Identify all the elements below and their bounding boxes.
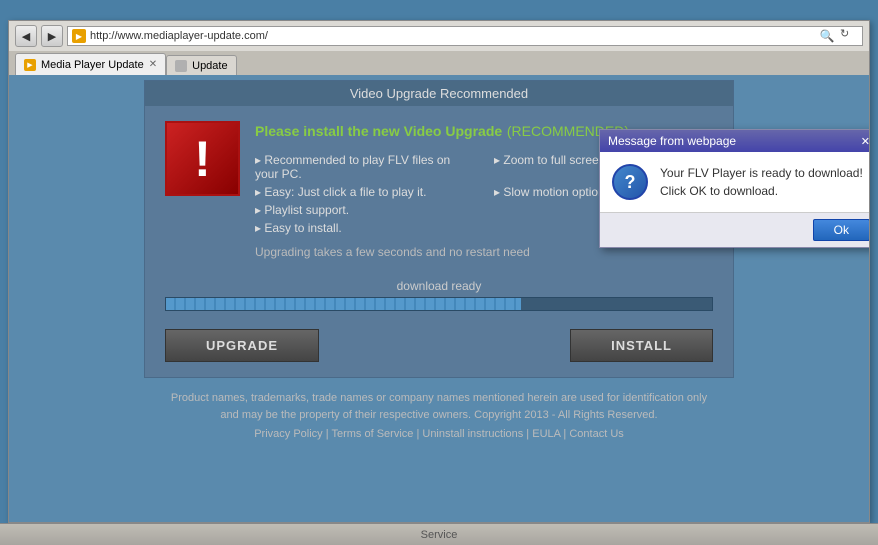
card-title: Video Upgrade Recommended <box>145 81 733 106</box>
warning-exclamation: ! <box>194 134 211 184</box>
tab-media-player[interactable]: ▶ Media Player Update ✕ <box>15 53 166 75</box>
tab1-label: Media Player Update <box>41 59 144 71</box>
tab1-favicon: ▶ <box>24 59 36 71</box>
page-favicon: ▶ <box>72 29 86 43</box>
forward-button[interactable]: ▶ <box>41 25 63 47</box>
page-content: Video Upgrade Recommended ! Please insta… <box>9 75 869 522</box>
page-footer: Product names, trademarks, trade names o… <box>144 378 734 452</box>
dialog-body: ? Your FLV Player is ready to download! … <box>600 152 869 212</box>
taskbar: Service <box>0 523 878 545</box>
dialog-message-line1: Your FLV Player is ready to download! <box>660 166 863 180</box>
warning-icon-box: ! <box>165 121 240 196</box>
dialog-titlebar: Message from webpage ✕ <box>600 130 869 152</box>
dialog-question-icon: ? <box>612 164 648 200</box>
dialog: Message from webpage ✕ ? Your FLV Player… <box>599 129 869 248</box>
footer-links: Privacy Policy | Terms of Service | Unin… <box>156 428 722 440</box>
search-icon[interactable]: 🔍 <box>818 27 836 45</box>
tab-update[interactable]: Update <box>166 55 236 75</box>
dialog-footer: Ok <box>600 212 869 247</box>
footer-link-contact[interactable]: Contact Us <box>569 428 623 440</box>
dialog-close-icon[interactable]: ✕ <box>861 135 869 148</box>
taskbar-service-label: Service <box>421 529 458 541</box>
install-button[interactable]: INSTALL <box>570 329 713 362</box>
back-button[interactable]: ◀ <box>15 25 37 47</box>
tab2-favicon <box>175 60 187 72</box>
desktop: ◀ ▶ ▶ http://www.mediaplayer-update.com/… <box>0 0 878 545</box>
footer-text: Product names, trademarks, trade names o… <box>156 390 722 423</box>
feature7: Easy to install. <box>255 221 474 235</box>
footer-link-privacy[interactable]: Privacy Policy <box>254 428 322 440</box>
browser-window: ◀ ▶ ▶ http://www.mediaplayer-update.com/… <box>8 20 870 523</box>
progress-area: download ready <box>145 274 733 321</box>
dialog-title: Message from webpage <box>608 134 736 148</box>
footer-sep3: | <box>523 428 532 440</box>
dialog-message-line2: Click OK to download. <box>660 184 778 198</box>
progress-label: download ready <box>165 279 713 293</box>
feature5: Playlist support. <box>255 203 474 217</box>
footer-sep4: | <box>560 428 569 440</box>
upgrade-button[interactable]: UPGRADE <box>165 329 319 362</box>
headline-main: Please install the new Video Upgrade <box>255 123 502 139</box>
feature3: Easy: Just click a file to play it. <box>255 185 474 199</box>
tab1-close[interactable]: ✕ <box>149 59 157 70</box>
progress-bar-fill <box>166 298 521 310</box>
tab2-label: Update <box>192 60 227 72</box>
dialog-ok-button[interactable]: Ok <box>813 219 869 241</box>
tab-bar: ▶ Media Player Update ✕ Update <box>9 51 869 75</box>
progress-bar-container <box>165 297 713 311</box>
refresh-button[interactable]: ↻ <box>840 27 858 45</box>
dialog-message: Your FLV Player is ready to download! Cl… <box>660 164 863 200</box>
browser-toolbar: ◀ ▶ ▶ http://www.mediaplayer-update.com/… <box>9 21 869 51</box>
address-bar[interactable]: ▶ http://www.mediaplayer-update.com/ 🔍 ↻ <box>67 26 863 46</box>
footer-link-eula[interactable]: EULA <box>532 428 560 440</box>
action-buttons: UPGRADE INSTALL <box>145 321 733 377</box>
feature1: Recommended to play FLV files on your PC… <box>255 153 474 181</box>
address-text: http://www.mediaplayer-update.com/ <box>90 30 814 42</box>
footer-link-terms[interactable]: Terms of Service <box>331 428 413 440</box>
footer-link-uninstall[interactable]: Uninstall instructions <box>422 428 523 440</box>
